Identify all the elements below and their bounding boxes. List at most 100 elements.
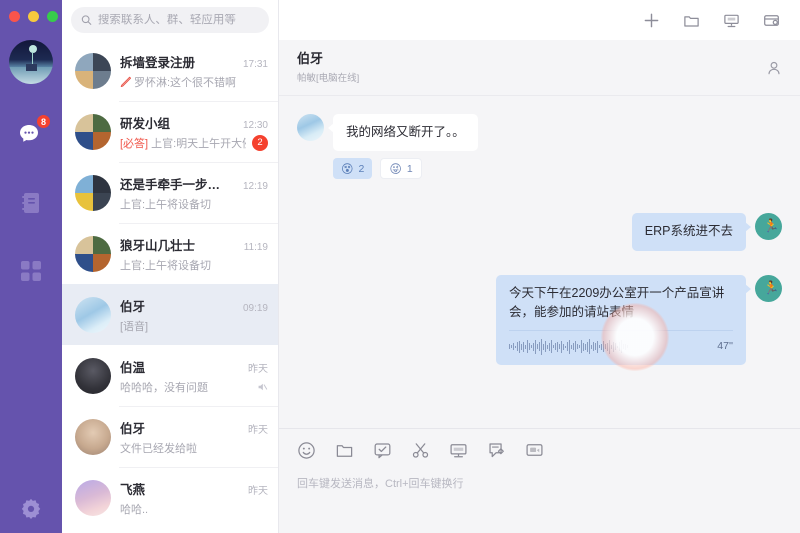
scissors-icon[interactable] (411, 441, 430, 460)
conversation-time: 12:19 (242, 180, 268, 192)
message-composer: 回车键发送消息，Ctrl+回车键换行 (279, 428, 800, 533)
avatar (75, 479, 111, 516)
avatar (75, 357, 111, 394)
conversation-preview: 哈哈.. (120, 501, 148, 517)
list-item[interactable]: 伯牙 昨天 文件已经发给啦 (62, 406, 278, 467)
runner-icon: 🏃 (763, 218, 780, 234)
conversation-preview-text: 上官:明天上午开大例会 (151, 137, 246, 150)
video-card-icon[interactable] (525, 441, 544, 460)
person-icon[interactable] (766, 60, 782, 76)
conversation-time: 11:19 (243, 241, 268, 253)
conversation-preview-text: [语音] (120, 320, 149, 333)
composer-toolbar (297, 441, 782, 460)
list-item-active[interactable]: 伯牙 09:19 [语音] (62, 284, 278, 345)
smiley-icon[interactable] (297, 441, 316, 460)
avatar (75, 174, 111, 211)
avatar (75, 52, 111, 89)
conversation-time: 12:30 (242, 119, 268, 131)
moon-decoration (29, 45, 37, 53)
conversation-name: 伯温 (120, 360, 146, 375)
conversation-time: 昨天 (248, 363, 268, 375)
avatar[interactable]: 🏃 (755, 274, 782, 302)
conversation-preview-text: 上官:上午将设备切 (120, 198, 212, 211)
window-traffic-lights (0, 0, 62, 32)
avatar[interactable]: 🏃 (755, 213, 782, 241)
list-item[interactable]: 拆墙登录注册 17:31 罗怀淋:这个很不错啊 (62, 40, 278, 101)
chat-header-info: 伯牙 帕敏[电脑在线] (297, 51, 359, 84)
conversation-preview-text: 文件已经发给啦 (120, 442, 197, 455)
conversation-name: 还是手牵手一步… (120, 177, 221, 192)
checkbox-message-icon[interactable] (373, 441, 392, 460)
chat-panel: 伯牙 帕敏[电脑在线] 我的网络又断开了。。 😵 2 😜 1 ERP系统进不去 … (279, 0, 800, 533)
message-bubble[interactable]: 我的网络又断开了。。 (328, 114, 478, 152)
left-nav-rail: 8 (0, 0, 62, 533)
reaction-chip[interactable]: 😜 1 (380, 158, 422, 180)
conversation-time: 昨天 (248, 485, 268, 497)
conversation-name: 拆墙登录注册 (120, 55, 196, 70)
plus-icon[interactable] (643, 12, 660, 29)
titlebar-actions (279, 0, 800, 40)
close-window-button[interactable] (9, 10, 20, 22)
minimize-window-button[interactable] (28, 10, 39, 22)
conversation-preview-text: 罗怀淋:这个很不错啊 (134, 76, 237, 89)
apps-grid-icon (21, 261, 41, 281)
message-outgoing: ERP系统进不去 🏃 (297, 213, 782, 251)
projector-icon[interactable] (723, 12, 740, 29)
reaction-emoji: 😜 (389, 161, 402, 176)
folder-icon[interactable] (335, 441, 354, 460)
draft-pencil-icon (120, 76, 131, 87)
sidebar-item-chats[interactable]: 8 (8, 112, 54, 158)
conversation-name: 研发小组 (120, 116, 171, 131)
voice-player[interactable]: 47'' (509, 329, 733, 356)
list-item[interactable]: 狼牙山几壮士 11:19 上官:上午将设备切 (62, 223, 278, 284)
avatar (75, 113, 111, 150)
conversation-list[interactable]: 拆墙登录注册 17:31 罗怀淋:这个很不错啊 研发小组 12:30 [必答] … (62, 40, 278, 533)
runner-icon: 🏃 (763, 279, 780, 295)
message-outgoing-voice: 今天下午在2209办公室开一个产品宣讲会，能参加的请站表情 47'' 🏃 (297, 274, 782, 371)
sidebar-item-contacts[interactable] (8, 180, 54, 226)
conversation-preview: 罗怀淋:这个很不错啊 (120, 74, 236, 90)
avatar (75, 418, 111, 455)
conversation-preview: [必答] 上官:明天上午开大例会 (120, 135, 246, 151)
gear-icon (21, 498, 41, 519)
checklist-icon[interactable] (487, 441, 506, 460)
list-item[interactable]: 伯温 昨天 哈哈哈，没有问题 (62, 345, 278, 406)
composer-hint: 回车键发送消息，Ctrl+回车键换行 (297, 478, 464, 490)
conversation-time: 17:31 (242, 58, 268, 70)
sidebar-item-apps[interactable] (8, 248, 54, 294)
settings-button[interactable] (0, 497, 62, 519)
message-bubble[interactable]: ERP系统进不去 (631, 213, 752, 251)
app-window: 8 搜索联系人、群、轻应用等 拆墙登录注册 17:31 罗怀淋:这个很不错啊 研… (0, 0, 800, 533)
avatar[interactable] (9, 40, 53, 84)
reaction-count: 2 (358, 162, 365, 175)
search-box[interactable] (71, 7, 269, 33)
monitor-icon[interactable] (449, 441, 468, 460)
conversation-name: 伯牙 (120, 299, 146, 314)
search-icon (81, 15, 92, 25)
conversation-list-column: 拆墙登录注册 17:31 罗怀淋:这个很不错啊 (62, 0, 279, 533)
conversation-preview-text: 哈哈.. (120, 503, 149, 516)
voice-duration: 47'' (717, 340, 733, 353)
reaction-chip[interactable]: 😵 2 (333, 158, 373, 180)
conversation-preview: 文件已经发给啦 (120, 440, 197, 456)
folder-icon[interactable] (683, 12, 700, 29)
mute-icon (258, 383, 268, 390)
message-bubble[interactable]: 今天下午在2209办公室开一个产品宣讲会，能参加的请站表情 47'' (496, 274, 751, 371)
avatar[interactable] (297, 114, 324, 141)
conversation-preview-text: 上官:上午将设备切 (120, 259, 212, 272)
conversation-name: 狼牙山几壮士 (120, 238, 196, 253)
conversation-preview: 上官:上午将设备切 (120, 196, 211, 212)
list-item[interactable]: 还是手牵手一步… 12:19 上官:上午将设备切 (62, 162, 278, 223)
message-text: 今天下午在2209办公室开一个产品宣讲会，能参加的请站表情 (509, 285, 725, 320)
conversation-preview: 上官:上午将设备切 (120, 257, 211, 273)
chat-header: 伯牙 帕敏[电脑在线] (279, 40, 800, 96)
zoom-window-button[interactable] (47, 10, 58, 22)
must-answer-tag: [必答] (120, 137, 149, 150)
card-settings-icon[interactable] (763, 12, 780, 29)
conversation-preview: [语音] (120, 318, 148, 334)
address-book-icon (22, 193, 39, 213)
list-item[interactable]: 飞燕 昨天 哈哈.. (62, 467, 278, 528)
search-input[interactable] (97, 14, 259, 26)
list-item[interactable]: 研发小组 12:30 [必答] 上官:明天上午开大例会 2 (62, 101, 278, 162)
reaction-emoji: 😵 (341, 161, 354, 176)
